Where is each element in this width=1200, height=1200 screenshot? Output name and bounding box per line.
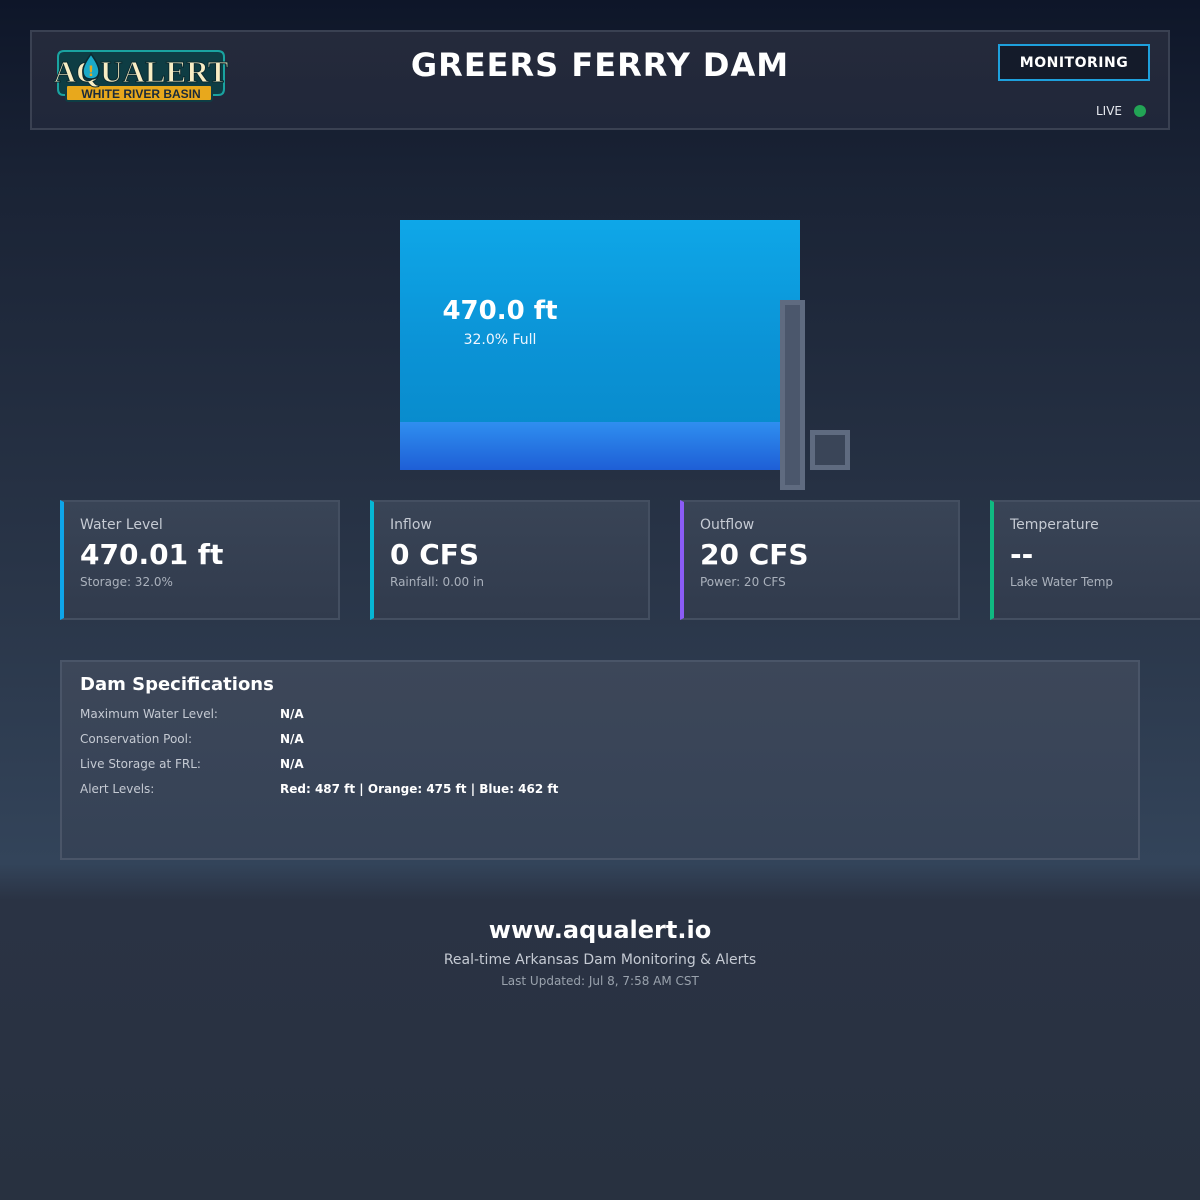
live-indicator: LIVE <box>1096 104 1146 118</box>
inflow-card: Inflow 0 CFS Rainfall: 0.00 in <box>370 500 650 620</box>
spec-value: N/A <box>280 757 304 771</box>
spec-label: Alert Levels: <box>80 782 155 796</box>
reservoir-visual: 470.0 ft 32.0% Full <box>400 220 800 470</box>
card-value: 0 CFS <box>390 538 480 571</box>
card-value: -- <box>1010 538 1034 571</box>
card-label: Outflow <box>700 517 755 533</box>
card-value: 20 CFS <box>700 538 809 571</box>
monitoring-status-button[interactable]: MONITORING <box>998 44 1150 81</box>
specs-title: Dam Specifications <box>80 674 274 695</box>
temperature-card: Temperature -- Lake Water Temp <box>990 500 1200 620</box>
spec-row: Live Storage at FRL: N/A <box>80 757 1138 782</box>
logo-subtitle: WHITE RIVER BASIN <box>81 87 200 101</box>
card-subtext: Power: 20 CFS <box>700 575 786 589</box>
footer-tagline: Real-time Arkansas Dam Monitoring & Aler… <box>443 952 757 968</box>
spec-value: Red: 487 ft | Orange: 475 ft | Blue: 462… <box>280 782 559 796</box>
reservoir-level-label: 470.0 ft <box>442 296 558 326</box>
spec-label: Maximum Water Level: <box>80 707 218 721</box>
dam-outlet-valve <box>810 430 850 470</box>
spec-value: N/A <box>280 732 304 746</box>
spec-row: Conservation Pool: N/A <box>80 732 1138 757</box>
spec-label: Live Storage at FRL: <box>80 757 201 771</box>
spec-row: Alert Levels: Red: 487 ft | Orange: 475 … <box>80 782 1138 807</box>
card-label: Inflow <box>390 517 432 533</box>
last-updated-timestamp: Last Updated: Jul 8, 7:58 AM CST <box>501 974 699 988</box>
card-label: Water Level <box>80 517 163 533</box>
outflow-card: Outflow 20 CFS Power: 20 CFS <box>680 500 960 620</box>
header-panel: WHITE RIVER BASIN AQUALERT ! GREERS FERR… <box>30 30 1170 130</box>
card-subtext: Rainfall: 0.00 in <box>390 575 484 589</box>
spec-value: N/A <box>280 707 304 721</box>
live-status-dot <box>1134 105 1146 117</box>
specs-list: Maximum Water Level: N/A Conservation Po… <box>80 707 1138 807</box>
water-level-card: Water Level 470.01 ft Storage: 32.0% <box>60 500 340 620</box>
card-value: 470.01 ft <box>80 538 224 571</box>
card-label: Temperature <box>1010 517 1099 533</box>
footer-website-link[interactable]: www.aqualert.io <box>0 916 1200 944</box>
card-subtext: Storage: 32.0% <box>80 575 173 589</box>
spec-row: Maximum Water Level: N/A <box>80 707 1138 732</box>
dam-specifications-panel: Dam Specifications Maximum Water Level: … <box>60 660 1140 860</box>
reservoir-water-fill <box>400 422 800 470</box>
card-subtext: Lake Water Temp <box>1010 575 1114 589</box>
reservoir-percent-label: 32.0% Full <box>463 332 537 348</box>
dam-gate <box>780 300 805 490</box>
spec-label: Conservation Pool: <box>80 732 193 746</box>
live-label: LIVE <box>1095 104 1122 118</box>
